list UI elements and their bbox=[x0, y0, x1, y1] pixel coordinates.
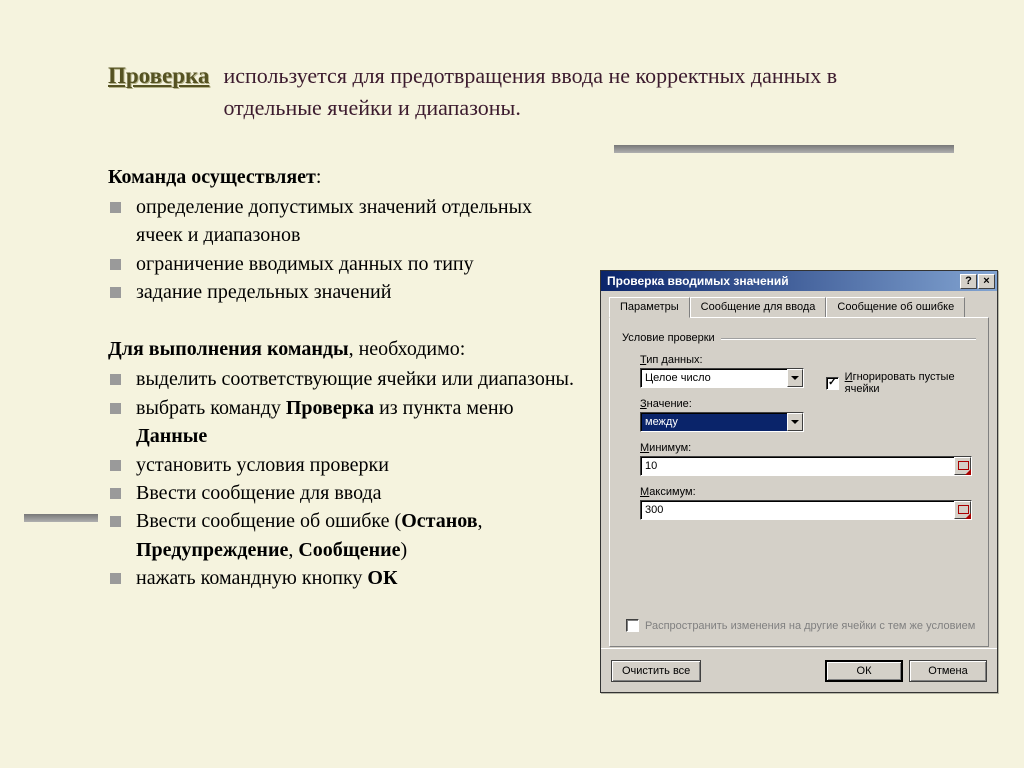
clear-all-button[interactable]: Очистить все bbox=[611, 660, 701, 682]
close-button[interactable]: × bbox=[978, 274, 995, 289]
list-item: ограничение вводимых данных по типу bbox=[108, 250, 578, 278]
tab-parameters[interactable]: Параметры bbox=[609, 297, 690, 318]
bullet-list: определение допустимых значений отдельны… bbox=[108, 193, 578, 307]
list-item: Ввести сообщение об ошибке (Останов, Пре… bbox=[108, 507, 578, 564]
min-label: Минимум: bbox=[640, 442, 976, 454]
list-item: выделить соответствующие ячейки или диап… bbox=[108, 365, 578, 393]
tab-input-message[interactable]: Сообщение для ввода bbox=[690, 297, 827, 317]
decorative-rule bbox=[24, 514, 98, 522]
value-selected: между bbox=[645, 416, 678, 428]
bullet-list: выделить соответствующие ячейки или диап… bbox=[108, 365, 578, 592]
type-value: Целое число bbox=[645, 372, 711, 384]
ignore-empty-label: Игнорировать пустые ячейки bbox=[845, 371, 988, 395]
chevron-down-icon[interactable] bbox=[787, 369, 803, 387]
chevron-down-icon[interactable] bbox=[787, 413, 803, 431]
range-select-icon[interactable] bbox=[954, 457, 971, 475]
max-label: Максимум: bbox=[640, 486, 976, 498]
list-item: установить условия проверки bbox=[108, 451, 578, 479]
min-value: 10 bbox=[645, 460, 657, 472]
section-heading: Команда осуществляет: bbox=[108, 166, 578, 189]
validation-dialog: Проверка вводимых значений ? × Параметры… bbox=[600, 270, 998, 693]
ok-button[interactable]: ОК bbox=[825, 660, 903, 682]
dialog-titlebar[interactable]: Проверка вводимых значений ? × bbox=[601, 271, 997, 291]
group-label: Условие проверки bbox=[622, 332, 715, 344]
ignore-empty-checkbox[interactable] bbox=[826, 377, 839, 390]
list-item: Ввести сообщение для ввода bbox=[108, 479, 578, 507]
cancel-button[interactable]: Отмена bbox=[909, 660, 987, 682]
value-dropdown[interactable]: между bbox=[640, 412, 804, 432]
type-dropdown[interactable]: Целое число bbox=[640, 368, 804, 388]
list-item: нажать командную кнопку ОК bbox=[108, 564, 578, 592]
page-title: Проверка bbox=[108, 63, 209, 89]
range-select-icon[interactable] bbox=[954, 501, 971, 519]
list-item: задание предельных значений bbox=[108, 278, 578, 306]
tab-panel-parameters: Условие проверки Тип данных: Целое число… bbox=[609, 317, 989, 647]
propagate-label: Распространить изменения на другие ячейк… bbox=[645, 620, 975, 632]
max-value: 300 bbox=[645, 504, 663, 516]
value-label: Значение: bbox=[640, 398, 976, 410]
help-button[interactable]: ? bbox=[960, 274, 977, 289]
section-heading: Для выполнения команды, необходимо: bbox=[108, 338, 578, 361]
list-item: выбрать команду Проверка из пункта меню … bbox=[108, 394, 578, 451]
dialog-title: Проверка вводимых значений bbox=[607, 274, 789, 288]
list-item: определение допустимых значений отдельны… bbox=[108, 193, 578, 250]
max-input[interactable]: 300 bbox=[640, 500, 972, 520]
tab-error-message[interactable]: Сообщение об ошибке bbox=[826, 297, 965, 317]
decorative-rule bbox=[614, 145, 954, 153]
page-subtitle: используется для предотвращения ввода не… bbox=[223, 60, 863, 124]
type-label: Тип данных: bbox=[640, 354, 976, 366]
propagate-checkbox bbox=[626, 619, 639, 632]
min-input[interactable]: 10 bbox=[640, 456, 972, 476]
